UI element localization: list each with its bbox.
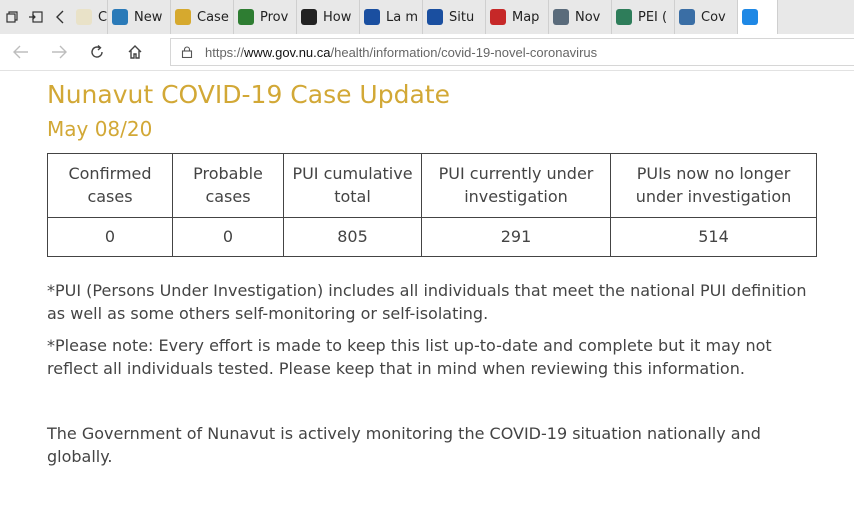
browser-tab[interactable]: Case — [72, 0, 108, 34]
table-header-row: Confirmed cases Probable cases PUI cumul… — [47, 153, 817, 218]
column-header: PUI currently under investigation — [421, 153, 611, 218]
tab-bar: Case New Case Prov How La m Situ Map Nov… — [0, 0, 854, 34]
tab-label: Nov — [575, 9, 601, 25]
tab-label: Case — [98, 9, 108, 25]
tab-label: Map — [512, 9, 540, 25]
tab-label: New — [134, 9, 163, 25]
update-date: May 08/20 — [47, 117, 153, 141]
column-header: PUI cumulative total — [283, 153, 422, 218]
browser-tab[interactable]: New — [108, 0, 171, 34]
tab-label: Situ — [449, 9, 475, 25]
tab-label: How — [323, 9, 352, 25]
tab-favicon — [427, 9, 443, 25]
forward-arrow-icon — [52, 45, 67, 59]
browser-tab[interactable]: Situ — [423, 0, 486, 34]
tab-favicon — [301, 9, 317, 25]
browser-tab[interactable]: Map — [486, 0, 549, 34]
url-path: /health/information/covid-19-novel-coron… — [330, 44, 598, 60]
tab-favicon — [679, 9, 695, 25]
table-cell: 514 — [610, 217, 817, 257]
browser-tab[interactable]: How — [297, 0, 360, 34]
tab-favicon — [112, 9, 128, 25]
home-icon — [128, 45, 142, 59]
table-cell: 0 — [172, 217, 284, 257]
table-cell: 805 — [283, 217, 422, 257]
tab-label: Prov — [260, 9, 289, 25]
table-row: 0 0 805 291 514 — [47, 217, 817, 257]
scroll-tabs-left-icon[interactable] — [48, 0, 72, 34]
forward-button[interactable] — [40, 34, 78, 71]
url-domain: www.gov.nu.ca — [244, 44, 331, 60]
tab-label: Cov — [701, 9, 726, 25]
browser-tab[interactable]: Prov — [234, 0, 297, 34]
tab-label: PEI ( — [638, 9, 668, 25]
page-content: Nunavut COVID-19 Case Update May 08/20 C… — [47, 80, 827, 468]
case-table: Confirmed cases Probable cases PUI cumul… — [47, 153, 817, 257]
page-title: Nunavut COVID-19 Case Update — [47, 80, 450, 109]
back-button[interactable] — [2, 34, 40, 71]
home-button[interactable] — [116, 34, 154, 71]
tab-favicon — [490, 9, 506, 25]
tab-favicon — [76, 9, 92, 25]
url-input[interactable]: https://www.gov.nu.ca/health/information… — [170, 38, 854, 66]
lock-icon — [181, 46, 193, 58]
refresh-button[interactable] — [78, 34, 116, 71]
monitoring-paragraph: The Government of Nunavut is actively mo… — [47, 424, 761, 466]
tab-favicon — [616, 9, 632, 25]
please-note-paragraph: *Please note: Every effort is made to ke… — [47, 336, 772, 378]
browser-tab[interactable]: Cov — [675, 0, 738, 34]
tab-favicon — [742, 9, 758, 25]
tab-label: Case — [197, 9, 229, 25]
browser-tab[interactable]: Nov — [549, 0, 612, 34]
browser-tab[interactable]: Case — [171, 0, 234, 34]
column-header: PUIs now no longer under investigation — [610, 153, 817, 218]
refresh-icon — [91, 44, 103, 58]
pui-definition-note: *PUI (Persons Under Investigation) inclu… — [47, 281, 807, 323]
back-arrow-icon — [13, 45, 28, 59]
tab-label: La m — [386, 9, 419, 25]
browser-tab[interactable]: PEI ( — [612, 0, 675, 34]
tab-actions-icon[interactable] — [0, 0, 24, 34]
table-cell: 0 — [47, 217, 173, 257]
url-scheme: https:// — [205, 44, 245, 60]
tab-favicon — [553, 9, 569, 25]
column-header: Probable cases — [172, 153, 284, 218]
browser-tab-active[interactable] — [738, 0, 778, 34]
set-aside-tabs-icon[interactable] — [24, 0, 48, 34]
tab-favicon — [238, 9, 254, 25]
table-cell: 291 — [421, 217, 611, 257]
tab-favicon — [175, 9, 191, 25]
address-bar: https://www.gov.nu.ca/health/information… — [0, 34, 854, 71]
tab-favicon — [364, 9, 380, 25]
browser-tab[interactable]: La m — [360, 0, 423, 34]
column-header: Confirmed cases — [47, 153, 173, 218]
